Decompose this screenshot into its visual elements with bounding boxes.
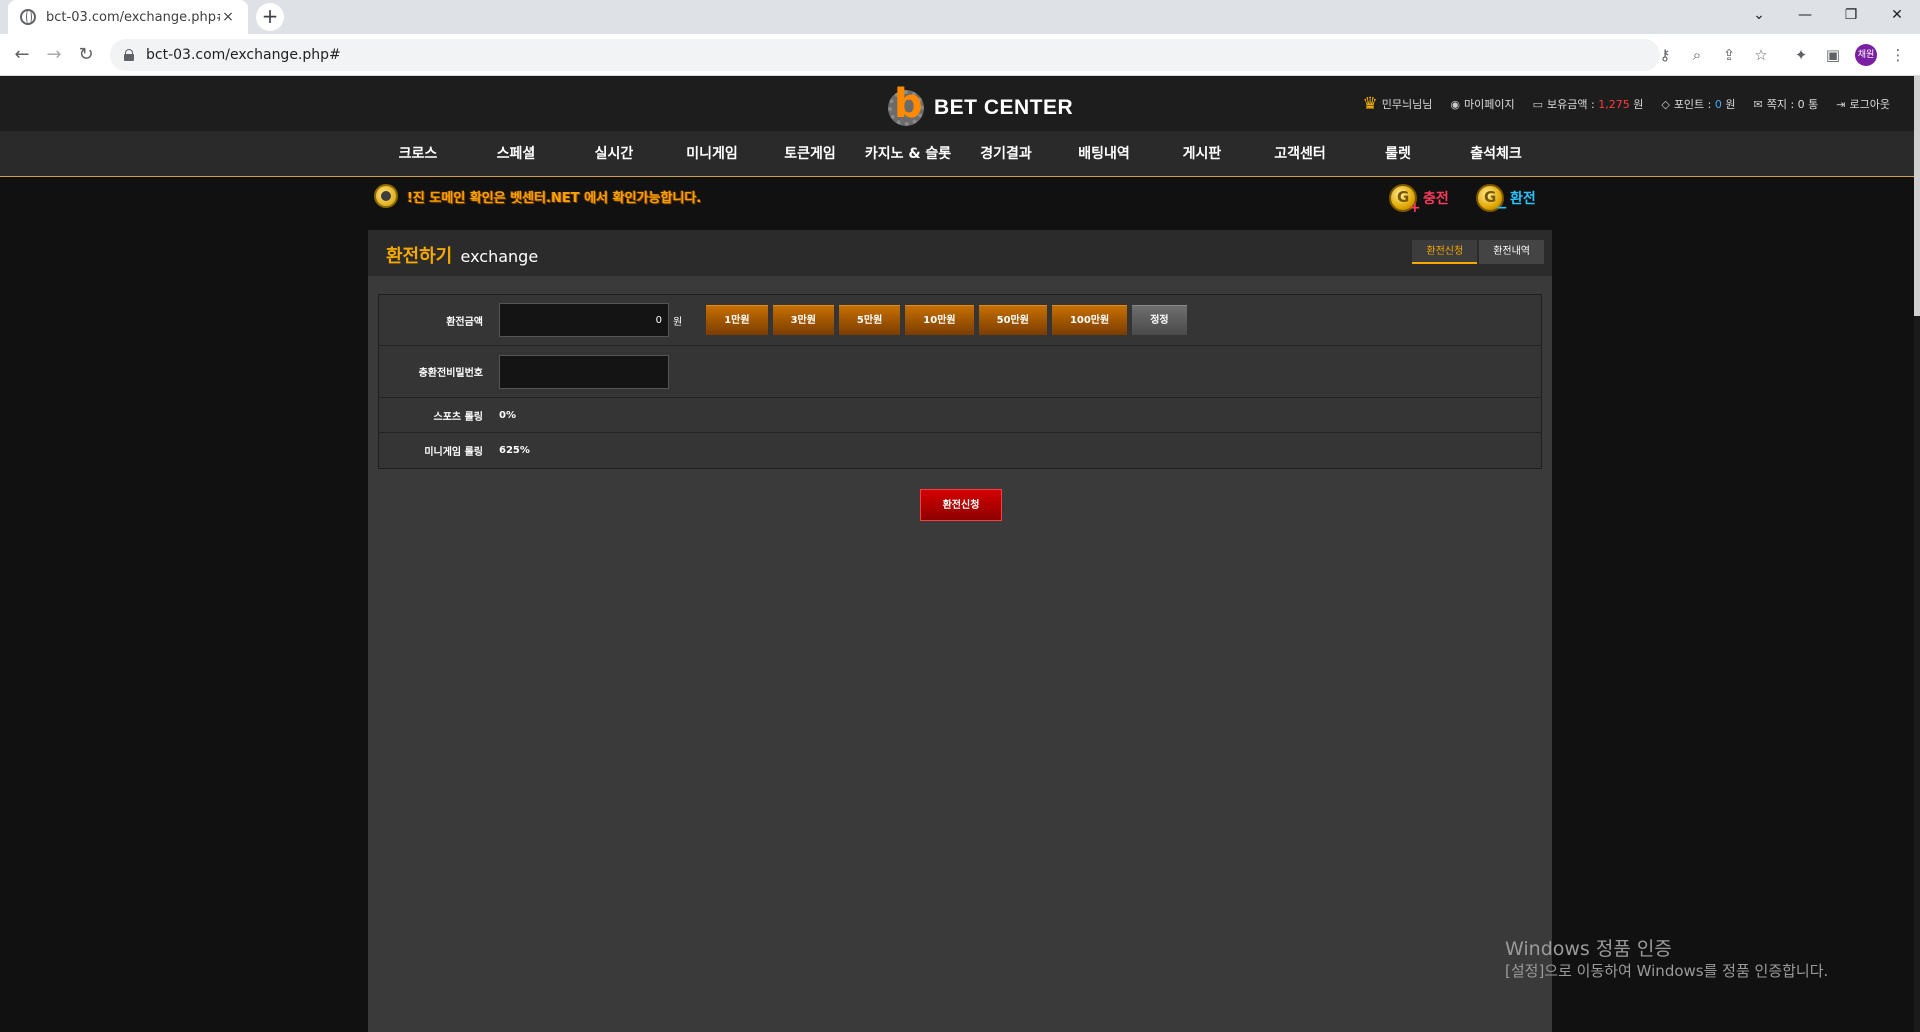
user-menu: ♛ 민무늬님님 ◉ 마이페이지 ▭ 보유금액 : 1,275 원 ◇ 포인트 :… bbox=[1345, 94, 1890, 114]
nav-token-game[interactable]: 토큰게임 bbox=[761, 131, 859, 177]
sports-rolling-label: 스포츠 롤링 bbox=[433, 411, 483, 423]
messages-count: 0 bbox=[1797, 97, 1805, 111]
address-bar: ← → ↻ bct-03.com/exchange.php# ⚷ ⌕ ⇪ ☆ ✦… bbox=[0, 34, 1920, 76]
notice-badge-icon bbox=[374, 184, 398, 208]
points-display[interactable]: ◇ 포인트 : 0 원 bbox=[1661, 96, 1735, 112]
logo-text: BET CENTER bbox=[934, 96, 1074, 119]
amount-label: 환전금액 bbox=[446, 316, 483, 328]
notice-text: !진 도메인 확인은 벳센터.NET 에서 확인가능합니다. bbox=[407, 191, 702, 206]
share-icon[interactable]: ⇪ bbox=[1719, 45, 1739, 65]
charge-button[interactable]: + 충전 bbox=[1389, 184, 1449, 215]
watermark-title: Windows 정품 인증 bbox=[1505, 938, 1672, 960]
back-arrow-icon[interactable]: ← bbox=[10, 43, 34, 67]
reload-icon[interactable]: ↻ bbox=[74, 43, 98, 67]
nav-results[interactable]: 경기결과 bbox=[957, 131, 1055, 177]
nav-cross[interactable]: 크로스 bbox=[369, 131, 467, 177]
page-title: 환전하기 exchange bbox=[386, 246, 539, 267]
amount-50k-button[interactable]: 5만원 bbox=[838, 305, 901, 335]
amount-row: 환전금액 원 1만원 3만원 5만원 10만원 50만원 100만원 정정 bbox=[379, 295, 1541, 346]
windows-activation-watermark: Windows 정품 인증 [설정]으로 이동하여 Windows를 정품 인증… bbox=[1505, 937, 1828, 981]
logout-link[interactable]: ⇥ 로그아웃 bbox=[1836, 96, 1890, 112]
exchange-button[interactable]: − 환전 bbox=[1476, 184, 1536, 215]
envelope-icon: ✉ bbox=[1753, 97, 1763, 111]
password-row: 충환전비밀번호 bbox=[379, 346, 1541, 398]
site-logo[interactable]: b BET CENTER bbox=[884, 82, 1073, 126]
wallet-icon: ▭ bbox=[1532, 97, 1544, 111]
points-value: 0 bbox=[1714, 97, 1722, 111]
notice-bar: !진 도메인 확인은 벳센터.NET 에서 확인가능합니다. + 충전 − 환전 bbox=[374, 184, 1552, 215]
bookmark-star-icon[interactable]: ☆ bbox=[1751, 45, 1771, 65]
key-icon[interactable]: ⚷ bbox=[1655, 45, 1675, 65]
minigame-rolling-row: 미니게임 롤링 625% bbox=[379, 433, 1541, 468]
minimize-button[interactable]: — bbox=[1782, 0, 1828, 30]
nav-minigame[interactable]: 미니게임 bbox=[663, 131, 761, 177]
amount-10k-button[interactable]: 1만원 bbox=[706, 305, 768, 335]
watermark-subtitle: [설정]으로 이동하여 Windows를 정품 인증합니다. bbox=[1505, 962, 1829, 980]
kebab-menu-icon[interactable]: ⋮ bbox=[1888, 45, 1908, 65]
browser-tab[interactable]: bct-03.com/exchange.php# × bbox=[8, 0, 248, 34]
password-label: 충환전비밀번호 bbox=[418, 368, 483, 379]
url-text: bct-03.com/exchange.php# bbox=[146, 47, 341, 63]
panel-header: 환전하기 exchange 환전신청 환전내역 bbox=[368, 230, 1552, 276]
main-nav: 크로스 스페셜 실시간 미니게임 토큰게임 카지노 & 슬롯 경기결과 배팅내역… bbox=[0, 131, 1920, 177]
crown-icon: ♛ bbox=[1362, 94, 1378, 114]
tab-close-icon[interactable]: × bbox=[220, 9, 236, 25]
scroll-thumb[interactable] bbox=[1914, 76, 1920, 316]
profile-avatar[interactable]: 채원 bbox=[1855, 44, 1877, 66]
nav-support[interactable]: 고객센터 bbox=[1251, 131, 1349, 177]
zoom-icon[interactable]: ⌕ bbox=[1687, 45, 1707, 65]
tab-title: bct-03.com/exchange.php# bbox=[46, 9, 220, 25]
minigame-rolling-label: 미니게임 롤링 bbox=[424, 447, 483, 458]
side-panel-icon[interactable]: ▣ bbox=[1823, 45, 1843, 65]
balance-value: 1,275 bbox=[1598, 97, 1630, 111]
won-unit: 원 bbox=[673, 316, 683, 328]
tab-exchange-history[interactable]: 환전내역 bbox=[1479, 240, 1544, 264]
coin-plus-icon: + bbox=[1389, 184, 1421, 215]
balance-display[interactable]: ▭ 보유금액 : 1,275 원 bbox=[1533, 96, 1644, 112]
sports-rolling-row: 스포츠 롤링 0% bbox=[379, 398, 1541, 433]
nav-special[interactable]: 스페셜 bbox=[467, 131, 565, 177]
restore-button[interactable]: ❐ bbox=[1828, 0, 1874, 30]
lock-icon bbox=[124, 49, 134, 61]
diamond-icon: ◇ bbox=[1661, 97, 1670, 111]
forward-arrow-icon[interactable]: → bbox=[42, 43, 66, 67]
exchange-form: 환전금액 원 1만원 3만원 5만원 10만원 50만원 100만원 정정 충환… bbox=[378, 294, 1542, 469]
reset-button[interactable]: 정정 bbox=[1132, 305, 1187, 335]
new-tab-button[interactable]: + bbox=[256, 3, 284, 31]
nav-board[interactable]: 게시판 bbox=[1153, 131, 1251, 177]
messages-link[interactable]: ✉ 쪽지 : 0 통 bbox=[1754, 96, 1819, 112]
nav-roulette[interactable]: 룰렛 bbox=[1349, 131, 1447, 177]
amount-input[interactable] bbox=[499, 303, 669, 337]
amount-30k-button[interactable]: 3만원 bbox=[772, 305, 834, 335]
nav-attendance[interactable]: 출석체크 bbox=[1447, 131, 1545, 177]
nav-casino-slot[interactable]: 카지노 & 슬롯 bbox=[859, 131, 957, 177]
browser-tab-strip: bct-03.com/exchange.php# × + ⌄ — ❐ ✕ bbox=[0, 0, 1920, 34]
password-input[interactable] bbox=[499, 354, 669, 389]
globe-icon bbox=[20, 9, 36, 25]
user-circle-icon: ◉ bbox=[1450, 97, 1461, 111]
nav-live[interactable]: 실시간 bbox=[565, 131, 663, 177]
exchange-panel: 환전하기 exchange 환전신청 환전내역 환전금액 원 1만원 3만원 5… bbox=[368, 230, 1552, 1032]
logo-gear-icon: b bbox=[884, 82, 928, 126]
url-field[interactable]: bct-03.com/exchange.php# bbox=[110, 39, 1660, 71]
tab-exchange-request[interactable]: 환전신청 bbox=[1412, 240, 1478, 264]
page-scrollbar[interactable] bbox=[1914, 76, 1920, 1032]
coin-minus-icon: − bbox=[1476, 184, 1508, 215]
minigame-rolling-value: 625% bbox=[499, 445, 530, 456]
amount-100k-button[interactable]: 10만원 bbox=[905, 305, 974, 335]
submit-exchange-button[interactable]: 환전신청 bbox=[920, 489, 1002, 521]
extensions-puzzle-icon[interactable]: ✦ bbox=[1791, 45, 1811, 65]
amount-500k-button[interactable]: 50만원 bbox=[978, 305, 1047, 335]
close-window-button[interactable]: ✕ bbox=[1874, 0, 1920, 30]
user-nickname[interactable]: ♛ 민무늬님님 bbox=[1363, 94, 1433, 114]
amount-1m-button[interactable]: 100만원 bbox=[1051, 305, 1128, 335]
sports-rolling-value: 0% bbox=[499, 409, 516, 421]
page-subtitle: exchange bbox=[460, 247, 539, 266]
tab-search-icon[interactable]: ⌄ bbox=[1736, 0, 1782, 30]
mypage-link[interactable]: ◉ 마이페이지 bbox=[1450, 96, 1514, 112]
site-header: b BET CENTER ♛ 민무늬님님 ◉ 마이페이지 ▭ 보유금액 : 1,… bbox=[0, 76, 1920, 131]
logout-icon: ⇥ bbox=[1836, 97, 1846, 111]
nav-bet-history[interactable]: 배팅내역 bbox=[1055, 131, 1153, 177]
